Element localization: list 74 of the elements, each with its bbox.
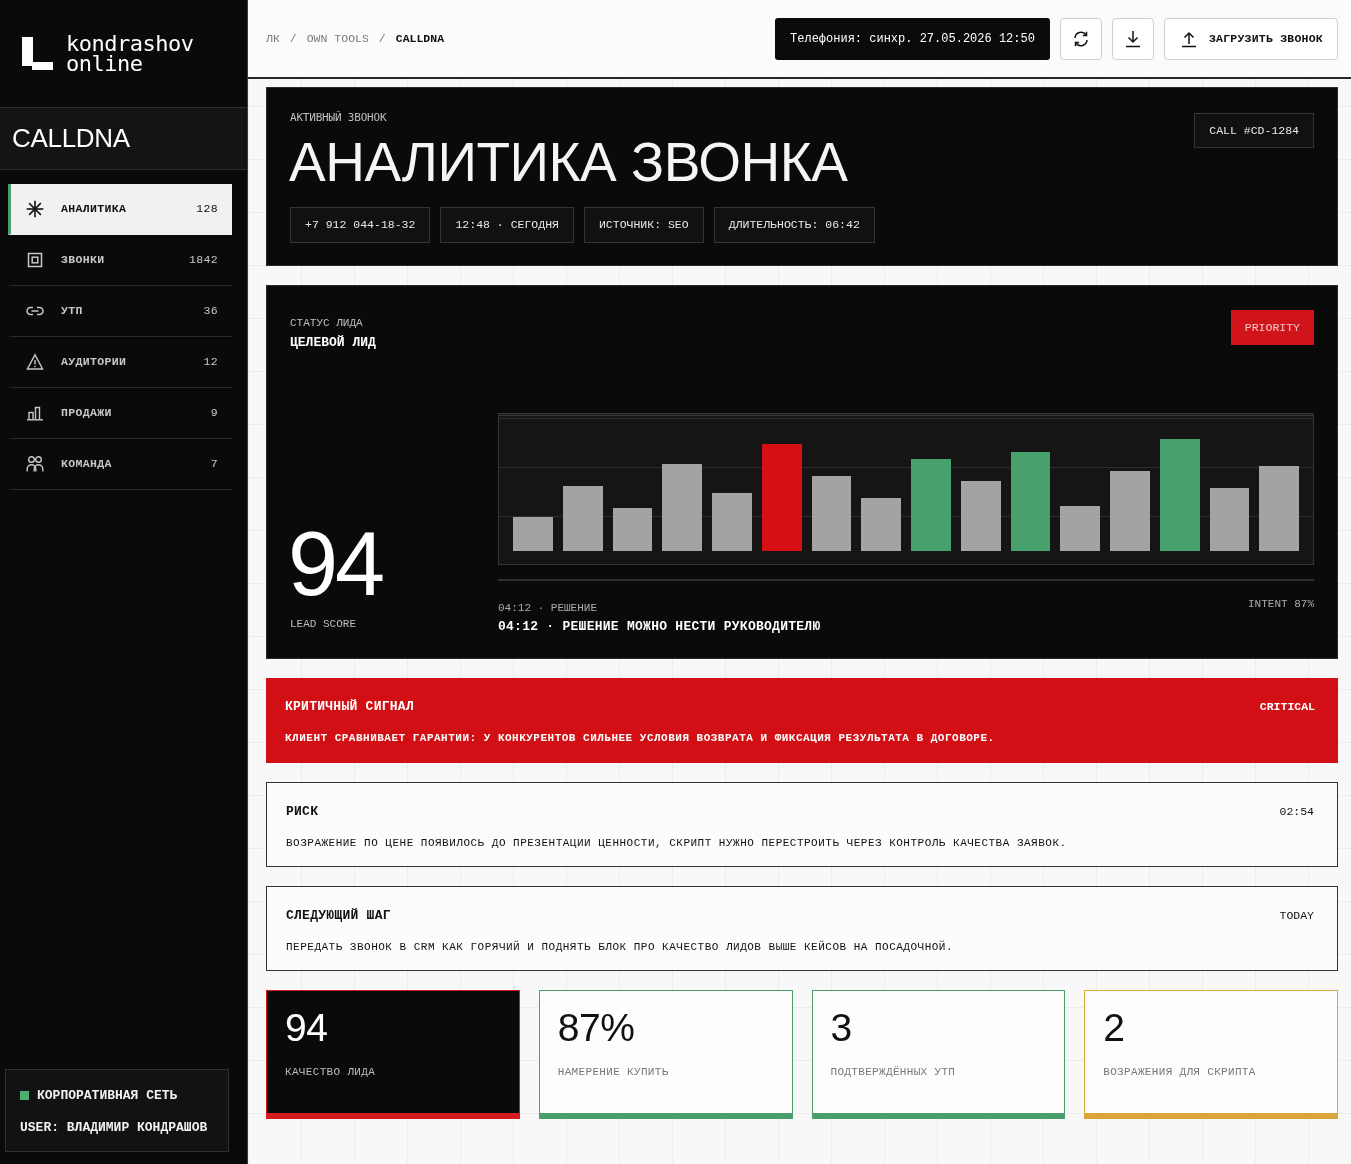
card-tag: TODAY: [1279, 907, 1314, 925]
bar-chart-icon: [26, 404, 44, 422]
card-title: СЛЕДУЮЩИЙ ШАГ: [286, 907, 391, 925]
card-text: КЛИЕНТ СРАВНИВАЕТ ГАРАНТИИ: У КОНКУРЕНТОВ СИЛЬНЕЕ УСЛОВИЯ ВОЗВРАТА И ФИКСАЦИЯ РЕЗУЛЬТАТА В ДОГОВОРЕ.: [285, 730, 996, 746]
upload-icon: [1180, 29, 1197, 48]
warning-icon: [26, 353, 44, 371]
lead-score: 94: [288, 527, 384, 602]
chart-bar: [712, 493, 752, 551]
download-button[interactable]: [1111, 17, 1154, 60]
logo-text: kondrashov online: [66, 33, 194, 74]
card-title: РИСК: [286, 803, 319, 821]
call-id-chip: CALL #CD-1284: [1194, 113, 1314, 148]
stat-label: КАЧЕСТВО ЛИДА: [285, 1064, 377, 1080]
chart-bar: [612, 508, 653, 551]
stat-value: 2: [1103, 1005, 1126, 1051]
chart-bar: [960, 481, 1001, 551]
refresh-button[interactable]: [1059, 17, 1102, 60]
download-icon: [1124, 29, 1141, 48]
breadcrumb-link[interactable]: ЛК: [266, 29, 280, 48]
people-icon: [26, 455, 44, 473]
stat-value: 3: [830, 1005, 853, 1051]
stat-value: 94: [285, 1005, 329, 1051]
info-chip: 12:48 · СЕГОДНЯ: [440, 206, 574, 243]
breadcrumb-separator: /: [378, 30, 386, 47]
status-label: СТАТУС ЛИДА: [290, 316, 364, 331]
nav-item[interactable]: КОМАНДА 7: [8, 439, 232, 490]
item-count: 7: [210, 456, 218, 473]
asterisk-icon: [26, 200, 44, 218]
status-value: ЦЕЛЕВОЙ ЛИД: [290, 333, 376, 352]
square-icon: [26, 251, 44, 269]
chart-bar: [1209, 488, 1250, 551]
card-tag: 02:54: [1279, 803, 1314, 821]
intent-label: INTENT 87%: [1248, 597, 1314, 612]
item-count: 9: [210, 405, 218, 422]
upload-button[interactable]: ЗАГРУЗИТЬ ЗВОНОК: [1163, 17, 1338, 60]
moment-text: 04:12 · РЕШЕНИЕ МОЖНО НЕСТИ РУКОВОДИТЕЛЮ: [498, 617, 821, 636]
card-text: ВОЗРАЖЕНИЕ ПО ЦЕНЕ ПОЯВИЛОСЬ ДО ПРЕЗЕНТАЦИИ ЦЕННОСТИ, СКРИПТ НУЖНО ПЕРЕСТРОИТЬ ЧЕРЕЗ КОНТРОЛЬ КАЧЕСТВА ЗАЯВОК.: [286, 835, 1068, 851]
info-chip: +7 912 044-18-32: [290, 206, 431, 243]
refresh-icon: [1071, 29, 1090, 48]
logo-mark-icon: [22, 37, 53, 70]
item-count: 128: [196, 201, 218, 218]
nav-item[interactable]: УТП 36: [8, 286, 232, 337]
card-text: ПЕРЕДАТЬ ЗВОНОК В CRM КАК ГОРЯЧИЙ И ПОДНЯТЬ БЛОК ПРО КАЧЕСТВО ЛИДОВ ВЫШЕ КЕЙСОВ НА ПОСАДОЧНОЙ.: [286, 939, 955, 955]
item-count: 1842: [189, 252, 218, 269]
user-name: USER: ВЛАДИМИР КОНДРАШОВ: [20, 1119, 209, 1137]
chart-bar: [513, 517, 553, 551]
moment-label: 04:12 · РЕШЕНИЕ: [498, 601, 599, 616]
stat-label: НАМЕРЕНИЕ КУПИТЬ: [557, 1064, 670, 1080]
card-tag: CRITICAL: [1259, 698, 1315, 716]
stat-value: 87%: [557, 1005, 636, 1051]
chart-bar: [861, 498, 901, 551]
card-title: КРИТИЧНЫЙ СИГНАЛ: [285, 698, 414, 716]
item-count: 36: [203, 303, 218, 320]
breadcrumb-current: CALLDNA: [395, 30, 445, 47]
nav-item[interactable]: ПРОДАЖИ 9: [8, 388, 232, 439]
page-title: АНАЛИТИКА ЗВОНКА: [289, 134, 849, 190]
stat-label: ВОЗРАЖЕНИЯ ДЛЯ СКРИПТА: [1103, 1064, 1257, 1080]
item-count: 12: [203, 354, 218, 371]
chart-bar: [1060, 506, 1100, 551]
eyebrow-label: АКТИВНЫЙ ЗВОНОК: [290, 110, 388, 126]
score-label: LEAD SCORE: [290, 616, 357, 632]
nav-item[interactable]: АНАЛИТИКА 128: [8, 184, 232, 235]
nav-item[interactable]: ЗВОНКИ 1842: [8, 235, 232, 286]
sync-status: Телефония: синхр. 27.05.2026 12:50: [775, 17, 1050, 60]
info-chip: ИСТОЧНИК: SEO: [583, 206, 704, 243]
section-title: CALLDNA: [0, 107, 247, 170]
nav-item[interactable]: АУДИТОРИИ 12: [8, 337, 232, 388]
stat-label: ПОДТВЕРЖДЁННЫХ УТП: [830, 1064, 957, 1080]
breadcrumb-separator: /: [289, 30, 297, 47]
info-chip: ДЛИТЕЛЬНОСТЬ: 06:42: [713, 206, 875, 243]
network-label: КОРПОРАТИВНАЯ СЕТЬ: [37, 1086, 178, 1105]
chart-bar: [562, 486, 603, 551]
breadcrumb-link[interactable]: OWN TOOLS: [306, 29, 369, 48]
priority-badge: PRIORITY: [1230, 310, 1314, 345]
